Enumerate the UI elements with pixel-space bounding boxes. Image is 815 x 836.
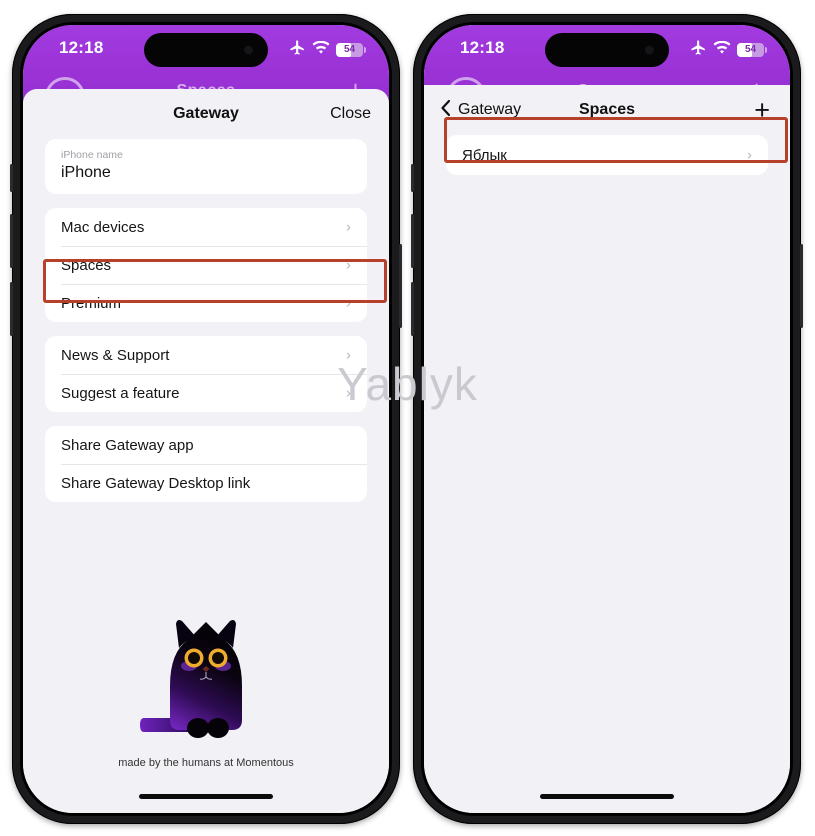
airplane-mode-icon xyxy=(289,39,306,61)
spaces-group: Яблык › xyxy=(446,135,768,175)
battery-percent: 54 xyxy=(744,44,757,55)
volume-down-button[interactable] xyxy=(411,282,414,336)
airplane-mode-icon xyxy=(690,39,707,61)
list-item-share-desktop-link[interactable]: Share Gateway Desktop link xyxy=(45,464,367,502)
front-camera-icon xyxy=(244,45,253,55)
gateway-sheet: Gateway Close iPhone name iPhone Mac dev… xyxy=(23,89,389,813)
phone-device-left: Spaces + 12:18 54 xyxy=(10,14,402,824)
front-camera-icon xyxy=(645,45,654,55)
status-icons: 54 xyxy=(289,39,366,61)
chevron-right-icon: › xyxy=(346,294,351,312)
status-bar-left: 12:18 54 xyxy=(23,25,389,75)
list-item-news-support[interactable]: News & Support › xyxy=(45,336,367,374)
settings-group-2: News & Support › Suggest a feature › xyxy=(45,336,367,412)
list-item-label: Spaces xyxy=(61,256,112,274)
silence-switch[interactable] xyxy=(411,164,414,192)
footer-illustration-block: made by the humans at Momentous xyxy=(23,616,389,769)
home-indicator[interactable] xyxy=(139,794,273,799)
credit-text: made by the humans at Momentous xyxy=(118,757,294,769)
phone-device-right: Spaces + 12:18 54 xyxy=(411,14,803,824)
list-item-premium[interactable]: Premium › xyxy=(45,284,367,322)
list-item-spaces[interactable]: Spaces › xyxy=(45,246,367,284)
chevron-right-icon: › xyxy=(346,384,351,402)
iphone-name-field[interactable]: iPhone name iPhone xyxy=(45,139,367,194)
list-item-label: News & Support xyxy=(61,346,170,364)
battery-icon: 54 xyxy=(737,43,767,57)
power-button[interactable] xyxy=(800,244,803,328)
list-item-space-yablyk[interactable]: Яблык › xyxy=(446,135,768,175)
list-item-label: Mac devices xyxy=(61,218,145,236)
chevron-right-icon: › xyxy=(346,256,351,274)
chevron-right-icon: › xyxy=(346,346,351,364)
list-item-mac-devices[interactable]: Mac devices › xyxy=(45,208,367,246)
dynamic-island xyxy=(144,33,268,67)
wifi-icon xyxy=(713,40,731,60)
navbar-right: Gateway Spaces + xyxy=(424,85,790,135)
spaces-sheet: Gateway Spaces + Яблык › xyxy=(424,85,790,813)
phone-screen-left: Spaces + 12:18 54 xyxy=(23,25,389,813)
settings-group-3: Share Gateway app Share Gateway Desktop … xyxy=(45,426,367,502)
list-item-share-app[interactable]: Share Gateway app xyxy=(45,426,367,464)
settings-group-1: Mac devices › Spaces › Premium › xyxy=(45,208,367,322)
battery-percent: 54 xyxy=(343,44,356,55)
phone-screen-right: Spaces + 12:18 54 xyxy=(424,25,790,813)
chevron-right-icon: › xyxy=(346,218,351,236)
power-button[interactable] xyxy=(399,244,402,328)
status-time: 12:18 xyxy=(460,38,505,57)
phone-bezel-left: Spaces + 12:18 54 xyxy=(20,22,392,816)
silence-switch[interactable] xyxy=(10,164,13,192)
list-item-label: Яблык xyxy=(462,146,507,164)
navbar-left: Gateway Close xyxy=(23,89,389,139)
page-title: Spaces xyxy=(578,101,636,118)
list-item-label: Share Gateway app xyxy=(61,436,194,454)
list-item-label: Suggest a feature xyxy=(61,384,180,402)
battery-icon: 54 xyxy=(336,43,366,57)
iphone-name-card: iPhone name iPhone xyxy=(45,139,367,194)
black-cat-icon xyxy=(136,616,276,751)
volume-down-button[interactable] xyxy=(10,282,13,336)
list-item-suggest-feature[interactable]: Suggest a feature › xyxy=(45,374,367,412)
home-indicator[interactable] xyxy=(540,794,674,799)
phone-bezel-right: Spaces + 12:18 54 xyxy=(421,22,793,816)
status-time: 12:18 xyxy=(59,38,104,57)
list-item-label: Premium xyxy=(61,294,122,312)
add-space-button[interactable]: + xyxy=(754,96,770,124)
chevron-right-icon: › xyxy=(747,146,752,164)
iphone-name-value[interactable]: iPhone xyxy=(61,164,351,182)
close-button[interactable]: Close xyxy=(330,105,371,123)
volume-up-button[interactable] xyxy=(411,214,414,268)
iphone-name-label: iPhone name xyxy=(61,149,123,161)
volume-up-button[interactable] xyxy=(10,214,13,268)
wifi-icon xyxy=(312,40,330,60)
list-item-label: Share Gateway Desktop link xyxy=(61,474,251,492)
status-icons: 54 xyxy=(690,39,767,61)
status-bar-right: 12:18 54 xyxy=(424,25,790,75)
dynamic-island xyxy=(545,33,669,67)
